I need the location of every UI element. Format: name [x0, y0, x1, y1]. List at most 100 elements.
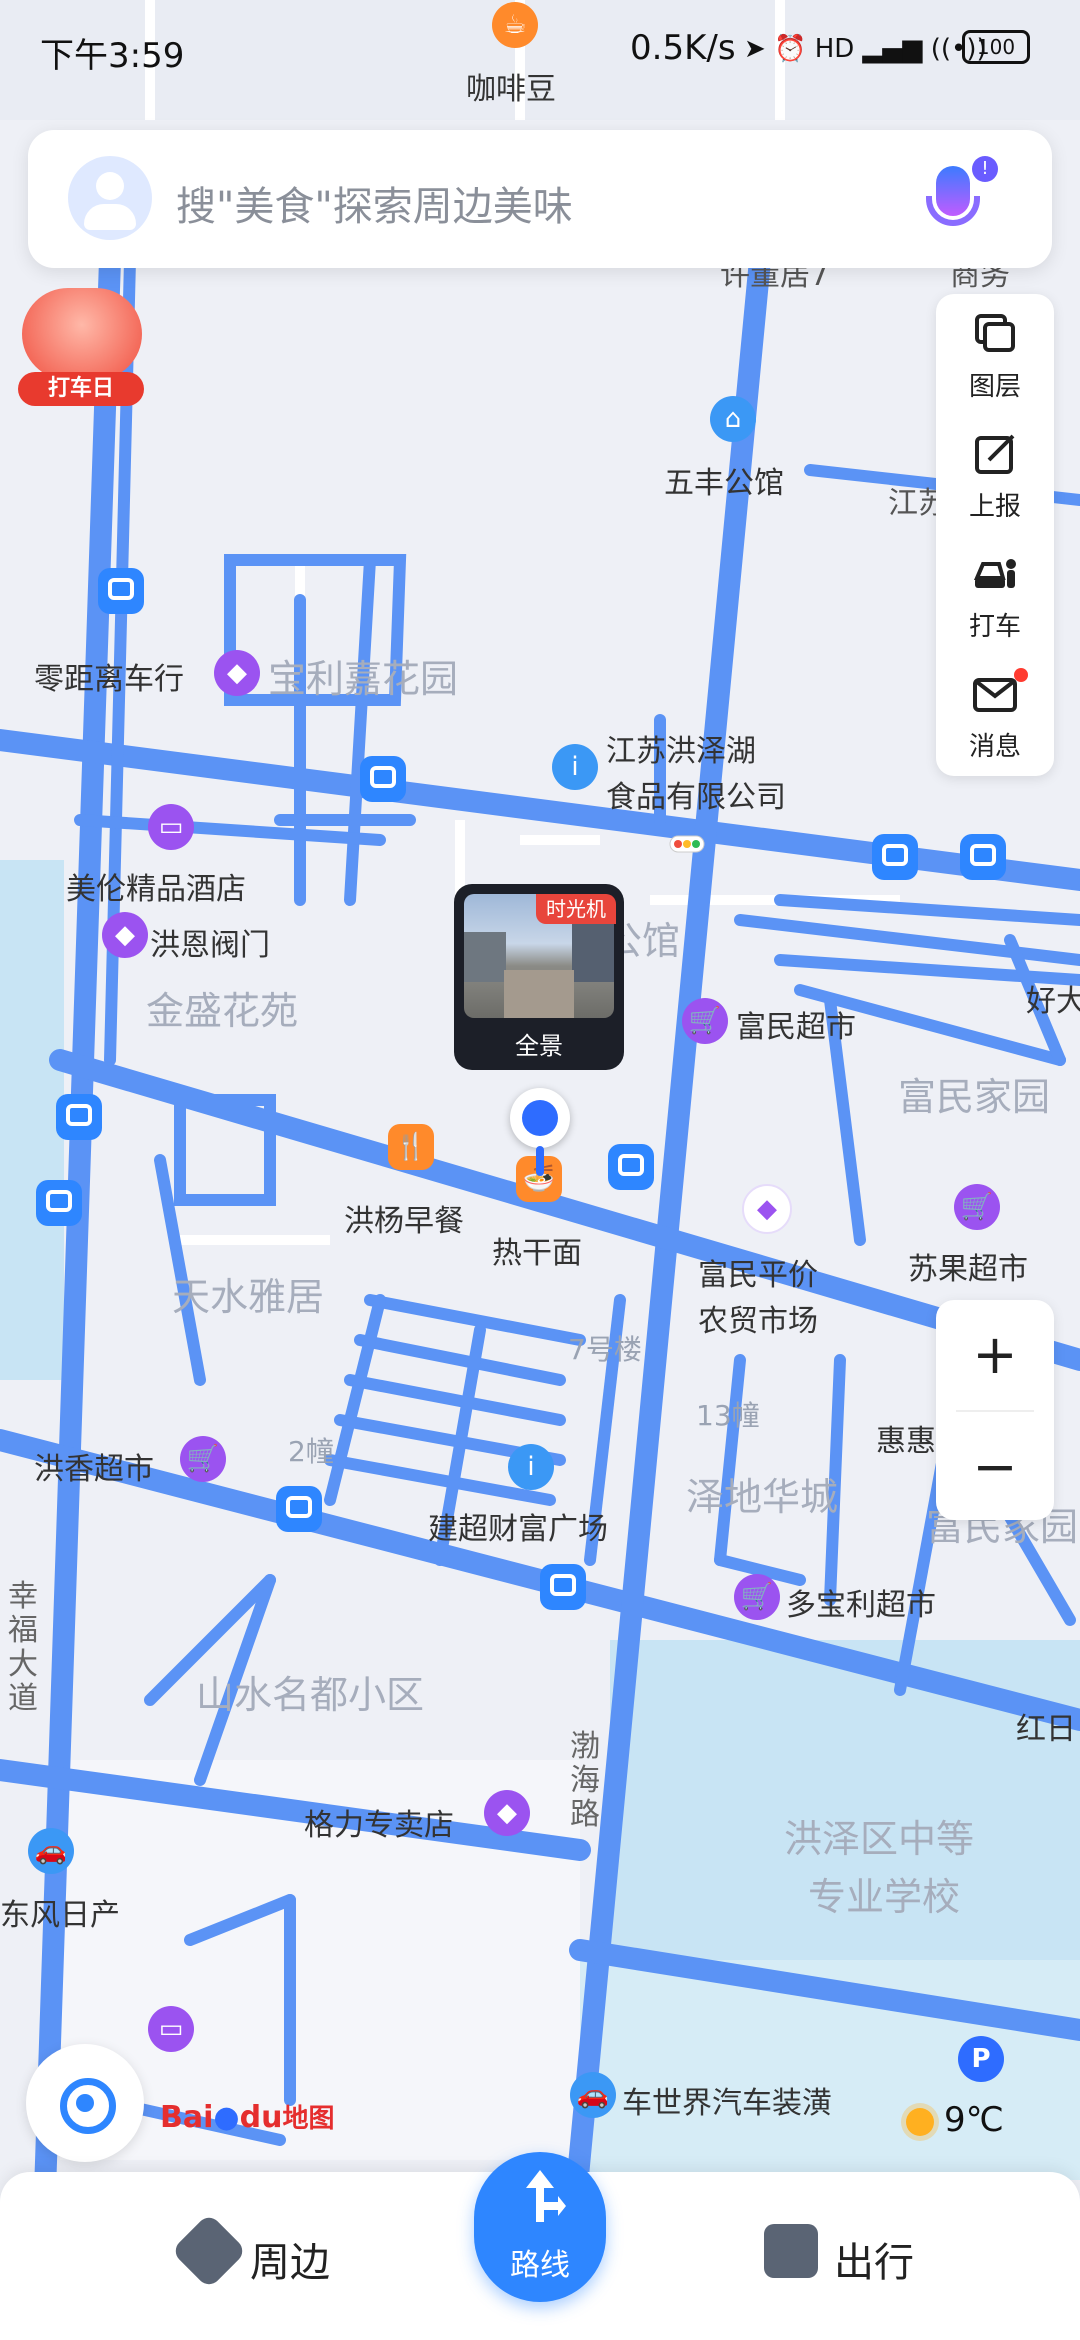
- road-label: 渤海路: [570, 1729, 600, 1832]
- location-pin-icon[interactable]: [510, 1088, 570, 1148]
- area-label[interactable]: 金盛花苑: [146, 980, 298, 1035]
- poi-label[interactable]: 好大: [1026, 976, 1080, 1020]
- hotel-icon[interactable]: ▭: [148, 804, 194, 850]
- building-label: 2幢: [288, 1435, 334, 1468]
- poi-label[interactable]: 农贸市场: [698, 1296, 818, 1340]
- messages-label: 消息: [968, 732, 1021, 762]
- poi-label[interactable]: 食品有限公司: [606, 772, 786, 816]
- poi-label[interactable]: 惠惠: [876, 1416, 936, 1460]
- car-service-icon[interactable]: 🚗: [570, 2072, 616, 2118]
- bus-stop-icon[interactable]: [540, 1564, 586, 1610]
- route-label: 路线: [510, 2248, 570, 2283]
- area-label[interactable]: 富民家园: [898, 1066, 1050, 1121]
- panorama-label: 全景: [515, 1032, 563, 1060]
- layers-icon: [975, 314, 1015, 352]
- poi-label[interactable]: 车世界汽车装潢: [622, 2078, 832, 2122]
- parking-icon[interactable]: P: [958, 2036, 1004, 2082]
- status-time: 下午3:59: [40, 36, 185, 76]
- poi-label[interactable]: 美伦精品酒店: [66, 864, 246, 908]
- status-icons: ➤ ⏰ HD ▂▄▆ ((•)): [744, 34, 987, 64]
- bus-stop-icon[interactable]: [276, 1486, 322, 1532]
- area-label[interactable]: 泽地华城: [686, 1466, 838, 1521]
- poi-label[interactable]: 东风日产: [0, 1890, 120, 1934]
- notification-badge: !: [972, 156, 998, 182]
- poi-label[interactable]: 苏果超市: [908, 1244, 1028, 1288]
- temperature: 9℃: [944, 2100, 1004, 2140]
- battery-icon: 100: [962, 30, 1030, 64]
- search-bar[interactable]: 搜"美食"探索周边美味 !: [28, 130, 1052, 268]
- route-button[interactable]: 路线: [474, 2152, 606, 2302]
- car-service-icon[interactable]: 🚗: [28, 1828, 74, 1874]
- area-label[interactable]: 专业学校: [808, 1866, 960, 1921]
- locate-me-button[interactable]: [26, 2044, 144, 2162]
- zoom-control: + −: [936, 1300, 1054, 1520]
- messages-button[interactable]: 消息: [936, 654, 1054, 774]
- area-label[interactable]: 洪泽区中等: [784, 1808, 974, 1863]
- shopping-cart-icon[interactable]: 🛒: [734, 1574, 780, 1620]
- shopping-cart-icon[interactable]: 🛒: [954, 1184, 1000, 1230]
- microphone-icon[interactable]: !: [908, 152, 1002, 246]
- weather-widget[interactable]: 9℃: [906, 2100, 1004, 2140]
- poi-label[interactable]: 洪恩阀门: [150, 920, 270, 964]
- layers-button[interactable]: 图层: [936, 294, 1054, 414]
- shopping-bag-icon[interactable]: ◆: [102, 912, 148, 958]
- promo-tag: 打车日: [18, 372, 144, 406]
- poi-label[interactable]: 零距离车行: [34, 654, 184, 698]
- poi-label[interactable]: 富民平价: [698, 1250, 818, 1294]
- bus-stop-icon[interactable]: [56, 1094, 102, 1140]
- poi-label[interactable]: 五丰公馆: [664, 458, 784, 502]
- panorama-card[interactable]: 时光机 全景: [454, 884, 624, 1070]
- taxi-label: 打车: [968, 612, 1021, 642]
- shopping-bag-icon[interactable]: ◆: [214, 650, 260, 696]
- area-label[interactable]: 天水雅居: [172, 1266, 324, 1321]
- poi-label[interactable]: 格力专卖店: [304, 1800, 454, 1844]
- zoom-in-button[interactable]: +: [936, 1300, 1054, 1410]
- bus-stop-icon[interactable]: [360, 756, 406, 802]
- report-button[interactable]: 上报: [936, 414, 1054, 534]
- food-icon[interactable]: 🍴: [388, 1124, 434, 1170]
- unread-dot: [1014, 668, 1028, 682]
- route-arrow-icon: [526, 2170, 566, 2222]
- bus-stop-icon[interactable]: [960, 834, 1006, 880]
- travel-icon[interactable]: [764, 2224, 818, 2278]
- road-label: 幸福大道: [8, 1579, 38, 1716]
- shopping-cart-icon[interactable]: 🛒: [180, 1436, 226, 1482]
- bus-stop-icon[interactable]: [36, 1180, 82, 1226]
- shopping-bag-icon[interactable]: ◆: [484, 1790, 530, 1836]
- baidu-map-logo: Bai●du地图: [160, 2100, 335, 2135]
- search-input[interactable]: 搜"美食"探索周边美味: [176, 174, 573, 232]
- area-label[interactable]: 宝利嘉花园: [268, 648, 458, 703]
- avatar[interactable]: [68, 156, 152, 240]
- poi-label[interactable]: 富民超市: [736, 1002, 856, 1046]
- building-label: 7号楼: [568, 1333, 642, 1366]
- bus-stop-icon[interactable]: [872, 834, 918, 880]
- poi-label[interactable]: 洪杨早餐: [344, 1196, 464, 1240]
- zoom-out-button[interactable]: −: [936, 1412, 1054, 1522]
- travel-tab[interactable]: 出行: [834, 2230, 914, 2288]
- info-icon[interactable]: i: [552, 744, 598, 790]
- info-icon[interactable]: i: [508, 1444, 554, 1490]
- edit-icon: [975, 434, 1015, 474]
- bus-stop-icon[interactable]: [608, 1144, 654, 1190]
- poi-label[interactable]: 江苏洪泽湖: [606, 726, 756, 770]
- poi-label[interactable]: 洪香超市: [34, 1444, 154, 1488]
- bus-stop-icon[interactable]: [98, 568, 144, 614]
- taxi-button[interactable]: 打车: [936, 534, 1054, 654]
- area-label[interactable]: 山水名都小区: [196, 1664, 424, 1719]
- location-pin-stem: [536, 1146, 544, 1176]
- poi-label[interactable]: 红日: [1016, 1704, 1076, 1748]
- building-icon[interactable]: ⌂: [710, 396, 756, 442]
- poi-label[interactable]: 热干面: [492, 1228, 582, 1272]
- hotel-icon[interactable]: ▭: [148, 2006, 194, 2052]
- poi-label[interactable]: 建超财富广场: [428, 1504, 608, 1548]
- map-toolbar: 图层 上报 打车 消息: [936, 294, 1054, 776]
- market-icon[interactable]: ◆: [742, 1184, 792, 1234]
- nearby-tab[interactable]: 周边: [250, 2230, 330, 2288]
- report-label: 上报: [968, 492, 1021, 522]
- shopping-cart-icon[interactable]: 🛒: [682, 998, 728, 1044]
- compass-icon[interactable]: [170, 2212, 248, 2290]
- taxi-day-promo[interactable]: 打车日: [18, 284, 146, 406]
- poi-label[interactable]: 多宝利超市: [786, 1580, 936, 1624]
- network-speed: 0.5K/s: [630, 28, 736, 68]
- sun-icon: [906, 2107, 934, 2136]
